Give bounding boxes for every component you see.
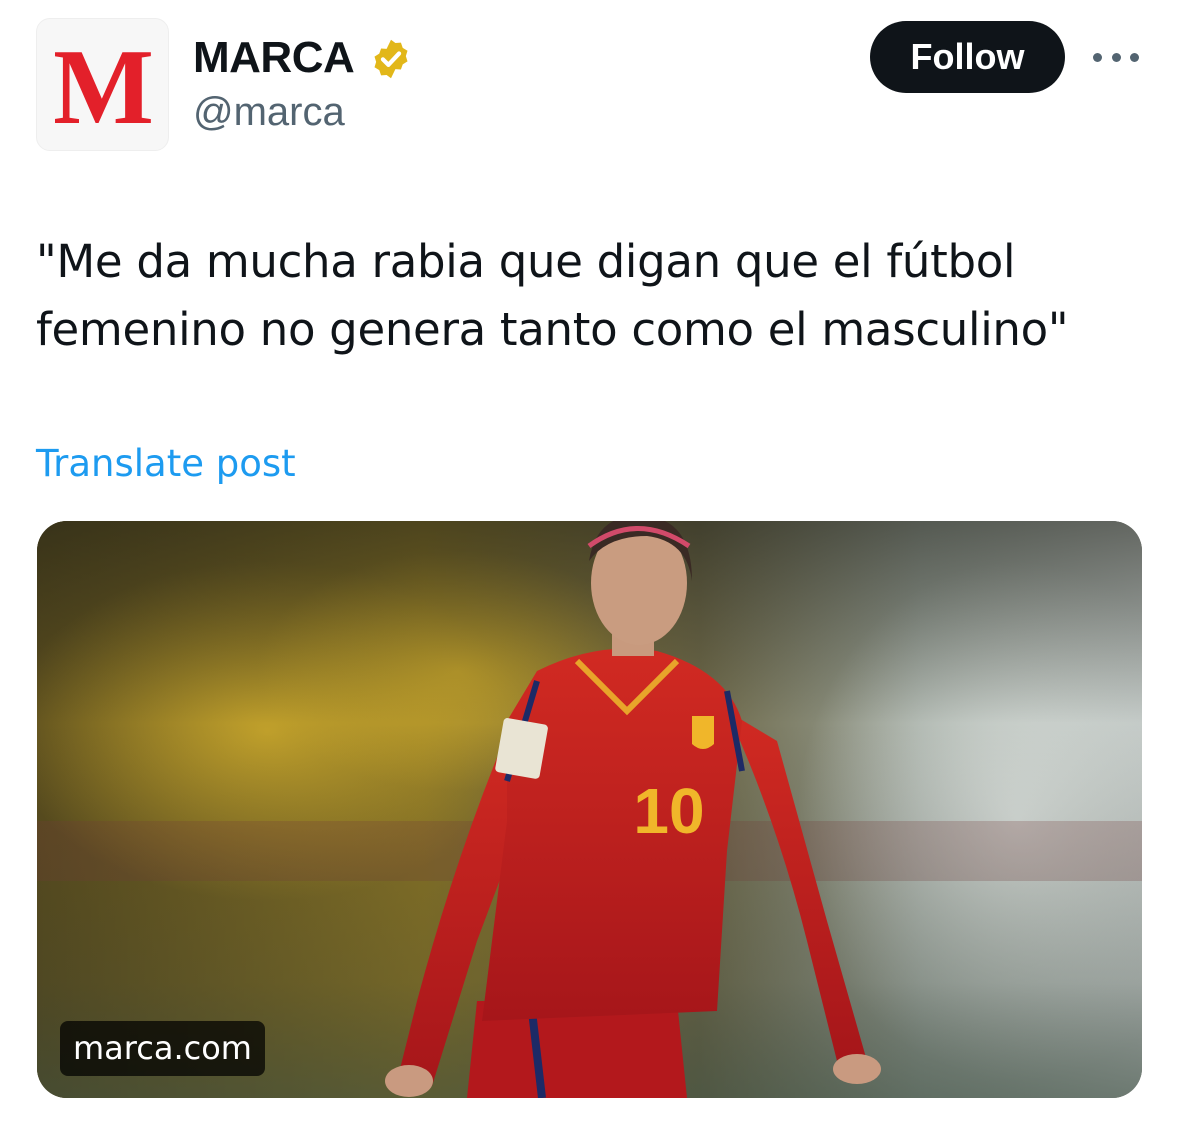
more-horizontal-icon bbox=[1130, 52, 1139, 62]
post-text: "Me da mucha rabia que digan que el fútb… bbox=[36, 235, 1069, 356]
avatar-letter: M bbox=[55, 37, 151, 133]
player-photo-image: 10 bbox=[37, 521, 1142, 1098]
verified-badge-icon bbox=[374, 39, 408, 79]
follow-button[interactable]: Follow bbox=[870, 21, 1065, 93]
jersey-number: 10 bbox=[633, 775, 704, 847]
author-display-name[interactable]: MARCA bbox=[193, 32, 355, 84]
marca-logo-icon: M bbox=[55, 37, 151, 133]
more-options-button[interactable] bbox=[1093, 49, 1139, 65]
link-card[interactable]: 10 marca.com bbox=[37, 521, 1142, 1098]
avatar[interactable]: M bbox=[36, 18, 169, 151]
more-horizontal-icon bbox=[1111, 52, 1121, 62]
translate-post-link[interactable]: Translate post bbox=[36, 440, 296, 488]
more-horizontal-icon bbox=[1093, 52, 1102, 62]
author-handle[interactable]: @marca bbox=[193, 88, 345, 136]
link-domain-badge: marca.com bbox=[60, 1021, 265, 1076]
